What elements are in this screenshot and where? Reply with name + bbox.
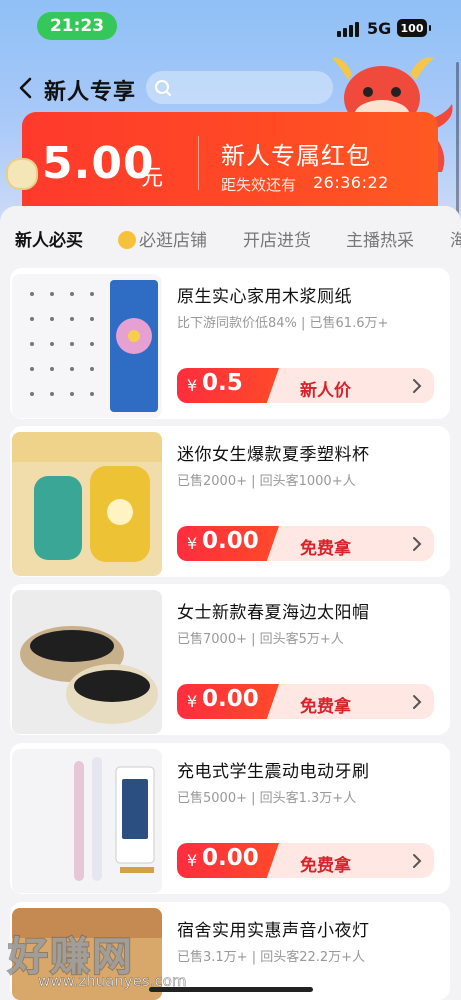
price-currency: ¥ xyxy=(187,692,198,711)
category-tabs: 新人必买 必逛店铺 开店进货 主播热采 海 xyxy=(0,218,461,258)
toilet-paper-image xyxy=(12,274,162,418)
price-row[interactable]: 免费拿 ¥ 0.00 xyxy=(177,526,434,561)
status-time: 21:23 xyxy=(37,12,117,40)
battery-icon: 100 xyxy=(397,19,431,37)
tab-label: 开店进货 xyxy=(243,231,311,251)
action-label: 新人价 xyxy=(300,381,351,401)
new-user-price-button[interactable]: 新人价 xyxy=(265,368,434,403)
chevron-left-icon xyxy=(19,77,32,99)
chevron-right-icon xyxy=(413,854,422,868)
price-tag: ¥ 0.00 xyxy=(177,843,279,878)
product-name: 宿舍实用实惠声音小夜灯 xyxy=(177,921,370,941)
product-card[interactable]: 女士新款春夏海边太阳帽 已售7000+ | 回头客5万+人 免费拿 ¥ 0.00 xyxy=(10,584,450,735)
price-tag: ¥ 0.00 xyxy=(177,684,279,719)
tab-anchor-picks[interactable]: 主播热采 xyxy=(346,226,414,251)
tab-label: 必逛店铺 xyxy=(139,231,207,251)
banner-divider xyxy=(198,136,199,190)
price-tag: ¥ 0.5 xyxy=(177,368,279,403)
electric-toothbrush-image xyxy=(12,749,162,893)
expire-countdown: 26:36:22 xyxy=(313,173,389,192)
free-get-button[interactable]: 免费拿 xyxy=(265,684,434,719)
product-meta: 已售5000+ | 回头客1.3万+人 xyxy=(177,791,357,806)
tab-must-visit-shops[interactable]: 必逛店铺 xyxy=(118,226,207,251)
coupon-unit: 元 xyxy=(141,166,164,191)
chevron-right-icon xyxy=(413,695,422,709)
page-title: 新人专享 xyxy=(44,80,137,105)
tab-label: 海 xyxy=(450,231,461,251)
search-bar[interactable] xyxy=(146,71,333,106)
product-name: 充电式学生震动电动牙刷 xyxy=(177,762,370,782)
product-card[interactable]: 原生实心家用木浆厕纸 比下游同款价低84% | 已售61.6万+ 新人价 ¥ 0… xyxy=(10,268,450,419)
tab-stock-up[interactable]: 开店进货 xyxy=(243,226,311,251)
product-card[interactable]: 迷你女生爆款夏季塑料杯 已售2000+ | 回头客1000+人 免费拿 ¥ 0.… xyxy=(10,426,450,577)
sun-hat-image xyxy=(12,590,162,734)
tab-label: 新人必买 xyxy=(15,231,83,251)
price-value: 0.5 xyxy=(202,370,243,396)
free-get-button[interactable]: 免费拿 xyxy=(265,843,434,878)
tab-new-user-must-buy[interactable]: 新人必买 xyxy=(15,226,83,251)
price-currency: ¥ xyxy=(187,534,198,553)
chevron-right-icon xyxy=(413,379,422,393)
price-value: 0.00 xyxy=(202,686,259,712)
back-button[interactable] xyxy=(18,74,40,102)
signal-icon xyxy=(337,21,363,37)
status-bar: 21:23 5G 100 xyxy=(0,0,461,56)
product-name: 迷你女生爆款夏季塑料杯 xyxy=(177,445,370,465)
product-meta: 比下游同款价低84% | 已售61.6万+ xyxy=(177,316,389,331)
action-label: 免费拿 xyxy=(300,856,351,876)
tab-label: 主播热采 xyxy=(346,231,414,251)
home-indicator xyxy=(149,987,313,992)
price-row[interactable]: 新人价 ¥ 0.5 xyxy=(177,368,434,403)
tab-overflow[interactable]: 海 xyxy=(450,226,461,251)
search-icon xyxy=(155,80,171,96)
price-row[interactable]: 免费拿 ¥ 0.00 xyxy=(177,843,434,878)
expire-label: 距失效还有 xyxy=(221,176,297,194)
search-input[interactable] xyxy=(176,71,330,106)
smile-emoji-icon xyxy=(118,231,136,249)
free-get-button[interactable]: 免费拿 xyxy=(265,526,434,561)
price-currency: ¥ xyxy=(187,376,198,395)
product-name: 原生实心家用木浆厕纸 xyxy=(177,287,352,307)
price-value: 0.00 xyxy=(202,528,259,554)
price-tag: ¥ 0.00 xyxy=(177,526,279,561)
coupon-amount: 5.00 xyxy=(42,138,155,189)
price-value: 0.00 xyxy=(202,845,259,871)
plastic-cup-image xyxy=(12,432,162,576)
product-name: 女士新款春夏海边太阳帽 xyxy=(177,603,370,623)
product-card[interactable]: 充电式学生震动电动牙刷 已售5000+ | 回头客1.3万+人 免费拿 ¥ 0.… xyxy=(10,743,450,894)
coupon-title: 新人专属红包 xyxy=(221,142,371,170)
product-meta: 已售3.1万+ | 回头客22.2万+人 xyxy=(177,950,366,965)
watermark: 好赚网 www.zhuanyes.com xyxy=(7,918,198,998)
product-meta: 已售2000+ | 回头客1000+人 xyxy=(177,474,356,489)
coin-icon xyxy=(6,158,38,190)
price-currency: ¥ xyxy=(187,851,198,870)
action-label: 免费拿 xyxy=(300,539,351,559)
network-label: 5G xyxy=(367,19,392,38)
price-row[interactable]: 免费拿 ¥ 0.00 xyxy=(177,684,434,719)
product-meta: 已售7000+ | 回头客5万+人 xyxy=(177,632,344,647)
chevron-right-icon xyxy=(413,537,422,551)
action-label: 免费拿 xyxy=(300,697,351,717)
